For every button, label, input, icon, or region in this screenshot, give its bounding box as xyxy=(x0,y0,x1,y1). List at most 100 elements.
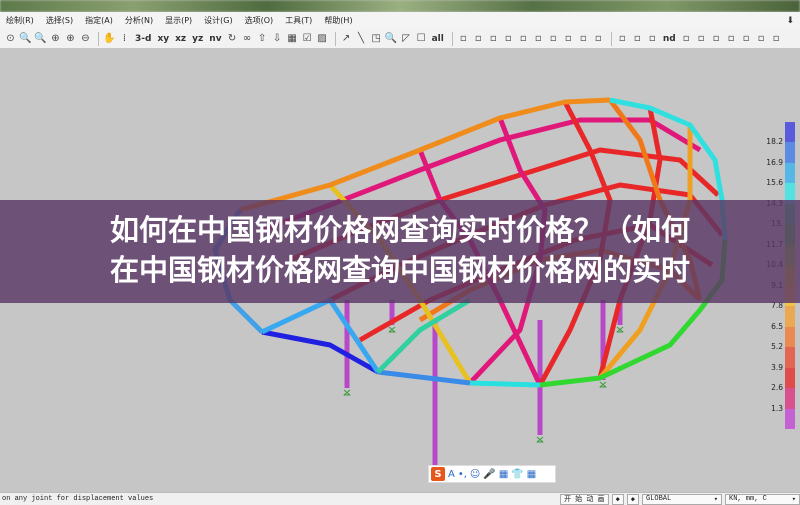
zoom-in-step-icon[interactable]: ⊕ xyxy=(64,32,77,46)
ime-toolbar[interactable]: S A •, ☺ 🎤 ▦ 👕 ▦ xyxy=(428,465,556,483)
node-button[interactable]: nd xyxy=(661,32,678,46)
joint-load-icon[interactable]: ▫ xyxy=(680,32,693,46)
status-bar: on any joint for displacement values 开 始… xyxy=(0,492,800,505)
layers-icon[interactable]: ▦ xyxy=(286,32,299,46)
menu-item[interactable]: 工具(T) xyxy=(285,15,312,26)
legend-label: 5.2 xyxy=(771,342,783,352)
units-select[interactable]: KN, mm, C ▾ xyxy=(725,493,800,505)
legend-color-swatch xyxy=(785,326,795,348)
zoom-restore-icon[interactable]: 🔍 xyxy=(34,32,47,46)
frame-icon[interactable]: ▫ xyxy=(616,32,629,46)
rotate-icon[interactable]: ↻ xyxy=(226,32,239,46)
zoom-window-icon[interactable]: 🔍 xyxy=(19,32,32,46)
menu-item[interactable]: 设计(G) xyxy=(204,15,232,26)
menu-item[interactable]: 帮助(H) xyxy=(324,15,352,26)
align-icon[interactable]: ▫ xyxy=(547,32,560,46)
support-icon xyxy=(599,381,607,388)
ime-item[interactable]: 🎤 xyxy=(483,469,495,480)
prev-button[interactable]: ◆ xyxy=(611,493,624,505)
menu-item[interactable]: 指定(A) xyxy=(85,15,113,26)
copy-icon[interactable]: ▫ xyxy=(472,32,485,46)
legend-color-swatch xyxy=(785,367,795,389)
down-icon[interactable]: ⇩ xyxy=(271,32,284,46)
toolbar-divider xyxy=(334,31,336,46)
background-photo-strip xyxy=(0,0,800,12)
array-icon[interactable]: ▫ xyxy=(517,32,530,46)
frame-member xyxy=(469,380,541,388)
select-pointer-icon[interactable]: ↗ xyxy=(340,32,353,46)
support-icon xyxy=(536,436,544,443)
glasses-icon[interactable]: ∞ xyxy=(241,32,254,46)
overlay-line-2: 在中国钢材价格网查询中国钢材价格网的实时 xyxy=(109,253,690,287)
frame-member xyxy=(377,369,471,386)
zoom-in-icon[interactable]: ⊕ xyxy=(49,32,62,46)
overlay-line-1: 如何在中国钢材价格网查询实时价格？（如何 xyxy=(109,213,690,247)
select-prev-icon[interactable]: ◸ xyxy=(400,32,413,46)
toolbar-divider xyxy=(98,31,99,46)
select-all-button[interactable]: all xyxy=(430,32,446,46)
start-animation-button[interactable]: 开 始 动 画 xyxy=(559,493,609,505)
legend-color-swatch xyxy=(785,162,795,184)
support-icon xyxy=(343,389,351,396)
legend-color-swatch xyxy=(785,306,795,328)
select-zoom-icon[interactable]: 🔍 xyxy=(385,32,398,46)
truss-icon[interactable]: ▫ xyxy=(646,32,659,46)
divide-icon[interactable]: ▫ xyxy=(592,32,605,46)
view-xz-button[interactable]: xz xyxy=(173,32,188,46)
grid-icon[interactable]: ⁞ xyxy=(118,32,131,46)
ime-item[interactable]: ▦ xyxy=(527,469,536,480)
ime-item[interactable]: 👕 xyxy=(511,469,523,480)
menu-item[interactable]: 分析(N) xyxy=(125,15,153,26)
frame-load-icon[interactable]: ▫ xyxy=(695,32,708,46)
coord-system-value: GLOBAL xyxy=(646,495,672,503)
legend-color-swatch xyxy=(785,388,795,410)
delete-icon[interactable]: ▫ xyxy=(502,32,515,46)
download-icon[interactable]: ⬇ xyxy=(786,16,794,26)
deformed-icon[interactable]: ▫ xyxy=(755,32,768,46)
view-nv-button[interactable]: nv xyxy=(207,32,223,46)
table-icon[interactable]: ▫ xyxy=(725,32,738,46)
ime-item[interactable]: •, xyxy=(458,469,467,480)
zoom-out-icon[interactable]: ⊖ xyxy=(79,32,92,46)
menu-item[interactable]: 选项(O) xyxy=(245,15,274,26)
menu-bar: 绘制(R) 选择(S) 指定(A) 分析(N) 显示(P) 设计(G) 选项(O) 工具(T)… xyxy=(0,12,800,29)
ime-item[interactable]: ▦ xyxy=(499,469,508,480)
portal-icon[interactable]: ▫ xyxy=(631,32,644,46)
legend-color-swatch xyxy=(785,122,795,143)
units-value: KN, mm, C xyxy=(729,495,767,503)
menu-item[interactable]: 选择(S) xyxy=(46,15,73,26)
coord-system-select[interactable]: GLOBAL ▾ xyxy=(642,493,722,505)
pan-icon[interactable]: ✋ xyxy=(103,32,116,46)
drag-icon[interactable]: ▫ xyxy=(562,32,575,46)
ime-logo[interactable]: S xyxy=(431,467,445,481)
select-line-icon[interactable]: ╲ xyxy=(355,32,368,46)
menu-item[interactable]: 绘制(R) xyxy=(6,15,34,26)
replicate-icon[interactable]: ▫ xyxy=(577,32,590,46)
paste-icon[interactable]: ▫ xyxy=(487,32,500,46)
legend-label: 2.6 xyxy=(771,383,783,393)
menu-item[interactable]: 显示(P) xyxy=(165,15,192,26)
toolbar: ⊙ 🔍 🔍 ⊕ ⊕ ⊖ ✋ ⁞ 3-d xy xz yz nv ↻ ∞ ⇧ ⇩ ▦ ☑ ▨ ↗ ╲ ◳ 🔍 ◸ ☐ all ▫ ▫ ▫ ▫ ▫… xyxy=(0,29,800,49)
options-icon[interactable]: ▨ xyxy=(316,32,329,46)
checkbox-icon[interactable]: ☑ xyxy=(301,32,314,46)
run-analysis-icon[interactable]: ▫ xyxy=(740,32,753,46)
force-icon[interactable]: ▫ xyxy=(770,32,783,46)
select-box-icon[interactable]: ◳ xyxy=(370,32,383,46)
view-xy-button[interactable]: xy xyxy=(155,32,171,46)
legend-color-swatch xyxy=(785,142,795,164)
support-icon xyxy=(388,326,396,333)
view-3d-button[interactable]: 3-d xyxy=(133,32,153,46)
legend-color-swatch xyxy=(785,408,795,430)
move-icon[interactable]: ▫ xyxy=(532,32,545,46)
cut-icon[interactable]: ▫ xyxy=(457,32,470,46)
next-button[interactable]: ◆ xyxy=(626,493,639,505)
chevron-down-icon: ▾ xyxy=(791,495,796,504)
run-icon[interactable]: ⊙ xyxy=(4,32,17,46)
select-all-icon[interactable]: ☐ xyxy=(415,32,428,46)
ime-item[interactable]: A xyxy=(448,469,455,480)
view-yz-button[interactable]: yz xyxy=(190,32,205,46)
area-load-icon[interactable]: ▫ xyxy=(710,32,723,46)
up-icon[interactable]: ⇧ xyxy=(256,32,269,46)
ime-item[interactable]: ☺ xyxy=(470,469,480,480)
legend-label: 18.2 xyxy=(766,137,783,147)
